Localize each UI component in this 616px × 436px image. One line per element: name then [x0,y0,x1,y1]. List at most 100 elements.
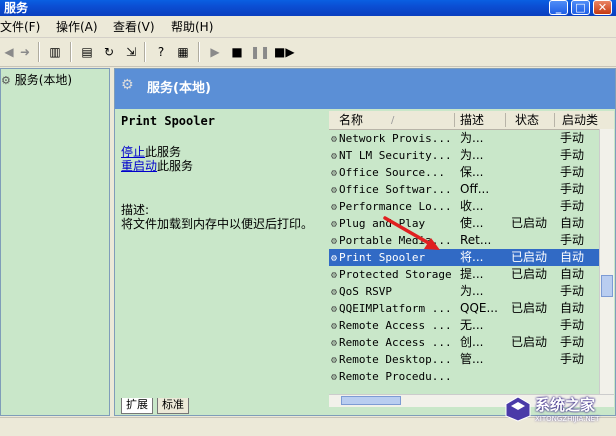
show-hide-tree-icon[interactable]: ▥ [46,43,64,61]
restart-service-link[interactable]: 重启动 [121,159,157,173]
service-name-cell: ⚙ Remote Access ... [331,318,452,334]
gear-icon: ⚙ [331,253,338,264]
restart-service-icon[interactable]: ■▶ [274,43,295,61]
menu-action[interactable]: 操作(A) [56,20,98,34]
service-row[interactable]: ⚙ Office Source... 保... 手动 [329,164,599,181]
service-status-cell: 已启动 [511,335,548,349]
details-pane: ⚙ 服务(本地) Print Spooler 停止此服务 重启动此服务 描述: … [114,68,616,416]
horizontal-scroll-thumb[interactable] [341,396,401,405]
export-list-icon[interactable]: ⇲ [122,43,140,61]
tab-extended[interactable]: 扩展 [121,398,153,414]
toolbar: ◀ ➜ ▥ ▤ ↻ ⇲ ? ▦ ▶ ■ ❚❚ ■▶ [0,38,616,67]
service-name-cell: ⚙ Print Spooler [331,250,425,266]
gear-icon: ⚙ [331,355,338,366]
watermark-logo-icon [505,396,531,422]
vertical-scrollbar[interactable] [599,129,614,394]
service-detail-panel: Print Spooler 停止此服务 重启动此服务 描述: 将文件加载到内存中… [115,109,327,394]
service-startup-cell: 自动 [560,301,585,315]
service-description-cell: 将... [460,250,484,264]
restart-service-line: 重启动此服务 [121,159,193,173]
service-name-cell: ⚙ Remote Procedu... [331,369,452,385]
gear-icon: ⚙ [331,372,338,383]
column-startup-type[interactable]: 启动类 [562,113,598,127]
toolbar-separator [144,42,146,62]
gear-icon: ⚙ [331,270,338,281]
service-row[interactable]: ⚙ Performance Lo... 收... 手动 [329,198,599,215]
vertical-scroll-thumb[interactable] [601,275,613,297]
service-description-cell: 保... [460,165,484,179]
stop-suffix: 此服务 [145,145,182,159]
gear-icon: ⚙ [331,151,338,162]
tree-node-services[interactable]: ⚙ 服务(本地) [1,73,72,88]
service-row[interactable]: ⚙ Network Provis... 为... 手动 [329,130,599,147]
column-divider[interactable] [454,113,455,127]
service-name-cell: ⚙ Protected Storage [331,267,452,283]
column-status[interactable]: 状态 [515,113,539,127]
tab-standard[interactable]: 标准 [157,398,189,414]
toolbar-separator [198,42,200,62]
show-panel-icon[interactable]: ▦ [174,43,192,61]
service-name-text: Print Spooler [339,251,426,264]
service-startup-cell: 自动 [560,216,585,230]
service-row[interactable]: ⚙ NT LM Security... 为... 手动 [329,147,599,164]
window-title: 服务 [4,1,29,15]
service-row[interactable]: ⚙ Portable Media... Ret... 手动 [329,232,599,249]
gear-icon: ⚙ [331,321,338,332]
column-description[interactable]: 描述 [460,113,484,127]
help-icon[interactable]: ? [152,43,170,61]
service-name-text: Remote Access ... [339,336,452,349]
toolbar-separator [70,42,72,62]
column-header: 名称 / 描述 状态 启动类 [329,111,614,130]
properties-icon[interactable]: ▤ [78,43,96,61]
stop-service-icon[interactable]: ■ [228,43,246,61]
watermark: 系统之家 XITONGZHIJIA.NET [505,392,616,432]
close-button[interactable]: ✕ [593,0,612,15]
service-row[interactable]: ⚙ QQEIMPlatform ... QQE... 已启动 自动 [329,300,599,317]
service-name-cell: ⚙ Plug and Play [331,216,425,232]
service-startup-cell: 手动 [560,148,585,162]
menu-file[interactable]: 文件(F) [0,20,40,34]
service-row[interactable]: ⚙ Remote Access ... 无... 手动 [329,317,599,334]
service-startup-cell: 手动 [560,165,585,179]
service-name-cell: ⚙ Performance Lo... [331,199,452,215]
service-startup-cell: 手动 [560,199,585,213]
service-row[interactable]: ⚙ Plug and Play 使... 已启动 自动 [329,215,599,232]
service-name-text: NT LM Security... [339,149,452,162]
service-name-cell: ⚙ QQEIMPlatform ... [331,301,452,317]
service-name-cell: ⚙ Portable Media... [331,233,452,249]
forward-arrow-icon[interactable]: ➜ [16,43,34,61]
description-text: 将文件加载到内存中以便迟后打印。 [121,217,314,231]
tree-node-label: 服务(本地) [14,73,73,87]
service-name-text: Portable Media... [339,234,452,247]
column-name[interactable]: 名称 [339,113,363,127]
menu-view[interactable]: 查看(V) [113,20,155,34]
service-name-text: QoS RSVP [339,285,393,298]
menu-help[interactable]: 帮助(H) [171,20,213,34]
minimize-button[interactable]: _ [549,0,568,15]
gear-icon: ⚙ [1,74,11,87]
pause-service-icon[interactable]: ❚❚ [250,43,270,61]
service-startup-cell: 手动 [560,284,585,298]
start-service-icon[interactable]: ▶ [206,43,224,61]
refresh-icon[interactable]: ↻ [100,43,118,61]
gear-icon: ⚙ [331,304,338,315]
service-row[interactable]: ⚙ Remote Access ... 创... 已启动 手动 [329,334,599,351]
service-name-cell: ⚙ QoS RSVP [331,284,392,300]
gear-icon: ⚙ [331,287,338,298]
column-divider[interactable] [554,113,555,127]
stop-service-link[interactable]: 停止 [121,145,145,159]
title-bar: 服务 _ □ ✕ [0,0,616,16]
service-name-text: Remote Procedu... [339,370,452,383]
service-description-cell: QQE... [460,301,498,315]
service-name-text: Remote Desktop... [339,353,452,366]
maximize-button[interactable]: □ [571,0,590,15]
service-row[interactable]: ⚙ Remote Desktop... 管... 手动 [329,351,599,368]
service-row[interactable]: ⚙ Office Softwar... Off... 手动 [329,181,599,198]
service-row[interactable]: ⚙ QoS RSVP 为... 手动 [329,283,599,300]
service-row[interactable]: ⚙ Protected Storage 提... 已启动 自动 [329,266,599,283]
service-startup-cell: 手动 [560,131,585,145]
service-row[interactable]: ⚙ Print Spooler 将... 已启动 自动 [329,249,599,266]
service-status-cell: 已启动 [511,301,548,315]
column-divider[interactable] [505,113,506,127]
service-row[interactable]: ⚙ Remote Procedu... [329,368,599,385]
